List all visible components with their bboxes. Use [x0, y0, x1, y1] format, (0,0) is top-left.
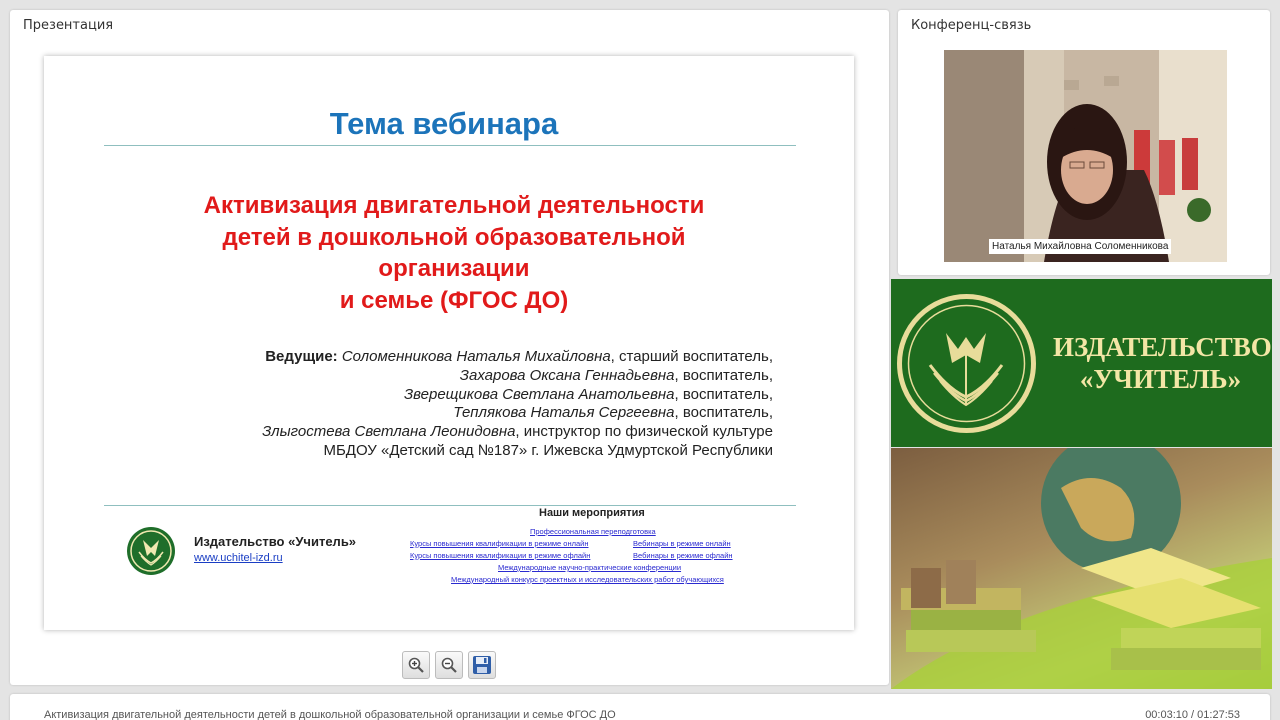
speaker-name-label: Наталья Михайловна Соломенникова [989, 239, 1172, 254]
slide-title: Тема вебинара [329, 106, 559, 141]
floppy-disk-icon [473, 656, 491, 674]
event-link-webinars-online[interactable]: Вебинары в режиме онлайн [633, 539, 731, 548]
zoom-in-icon [408, 657, 424, 673]
slide-divider-bottom [104, 505, 796, 506]
zoom-out-icon [441, 657, 457, 673]
publisher-emblem-icon [897, 294, 1036, 433]
event-link-courses-online[interactable]: Курсы повышения квалификации в режиме он… [410, 539, 589, 548]
leader-role: , инструктор по физической культуре [515, 423, 773, 441]
topic-line: детей в дошкольной образовательной [222, 223, 686, 251]
presentation-panel: Презентация Тема вебинара Активизация дв… [10, 10, 889, 685]
brand-line: ИЗДАТЕЛЬСТВО [1053, 332, 1272, 362]
leader-role: , воспитатель, [674, 366, 773, 384]
leader-row: Ведущие: Соломенникова Наталья Михайловн… [262, 348, 773, 367]
leader-name: Злыгостева Светлана Леонидовна [262, 423, 516, 441]
presentation-slide: Тема вебинара Активизация двигательной д… [44, 56, 854, 630]
publisher-logo-icon [127, 527, 175, 575]
zoom-out-button[interactable] [435, 651, 463, 679]
playback-time: 00:03:10 / 01:27:53 [1145, 709, 1240, 720]
event-link-prof[interactable]: Профессиональная переподготовка [530, 527, 656, 536]
event-link-courses-offline[interactable]: Курсы повышения квалификации в режиме оф… [410, 551, 590, 560]
events-title: Наши мероприятия [539, 507, 645, 519]
publisher-banner-text: ИЗДАТЕЛЬСТВО «УЧИТЕЛЬ» [1053, 331, 1272, 395]
zoom-in-button[interactable] [402, 651, 430, 679]
leader-name: Зверещикова Светлана Анатольевна [403, 385, 675, 403]
topic-line: и семье (ФГОС ДО) [339, 286, 569, 314]
presentation-panel-title: Презентация [23, 18, 114, 33]
leader-role: , старший воспитатель, [610, 348, 773, 365]
leaders-list: Ведущие: Соломенникова Наталья Михайловн… [262, 348, 773, 461]
books-globe-illustration [891, 448, 1272, 689]
conference-panel-title: Конференц-связь [911, 18, 1032, 33]
save-button[interactable] [468, 651, 496, 679]
brand-line: «УЧИТЕЛЬ» [1079, 364, 1242, 394]
leaders-label: Ведущие: [265, 348, 338, 365]
conference-panel: Конференц-связь Наталья Михайловна Солом… [898, 10, 1270, 275]
leader-role: , воспитатель, [674, 385, 773, 403]
publisher-banner: ИЗДАТЕЛЬСТВО «УЧИТЕЛЬ» [891, 279, 1272, 447]
topic-line: организации [378, 255, 530, 282]
leader-name: Соломенникова Наталья Михайловна [341, 348, 611, 365]
speaker-video[interactable]: Наталья Михайловна Соломенникова [944, 50, 1227, 262]
books-globe-image [891, 448, 1272, 689]
event-link-webinars-offline[interactable]: Вебинары в режиме офлайн [633, 551, 733, 560]
publisher-url-link[interactable]: www.uchitel-izd.ru [194, 552, 283, 564]
leader-name: Захарова Оксана Геннадьевна [459, 366, 675, 384]
event-link-conferences[interactable]: Международные научно-практические конфер… [498, 563, 681, 572]
footer-bar: Активизация двигательной деятельности де… [10, 694, 1270, 720]
webinar-title: Активизация двигательной деятельности де… [44, 709, 616, 720]
leader-row: Захарова Оксана Геннадьевна, воспитатель… [262, 367, 773, 386]
leader-role: , воспитатель, [674, 404, 773, 422]
leader-name: Теплякова Наталья Сергеевна [453, 404, 675, 422]
speaker-video-image [944, 50, 1227, 262]
leader-row: Теплякова Наталья Сергеевна, воспитатель… [262, 404, 773, 423]
slide-divider-top [104, 145, 796, 146]
organization: МБДОУ «Детский сад №187» г. Ижевска Удму… [323, 441, 773, 459]
topic-line: Активизация двигательной деятельности [203, 192, 705, 219]
leader-row: Зверещикова Светлана Анатольевна, воспит… [262, 386, 773, 405]
publisher-name: Издательство «Учитель» [194, 534, 357, 549]
event-link-contest[interactable]: Международный конкурс проектных и исслед… [451, 575, 724, 584]
webinar-topic: Активизация двигательной деятельности де… [104, 190, 804, 316]
leader-row: Злыгостева Светлана Леонидовна, инструкт… [262, 423, 773, 442]
